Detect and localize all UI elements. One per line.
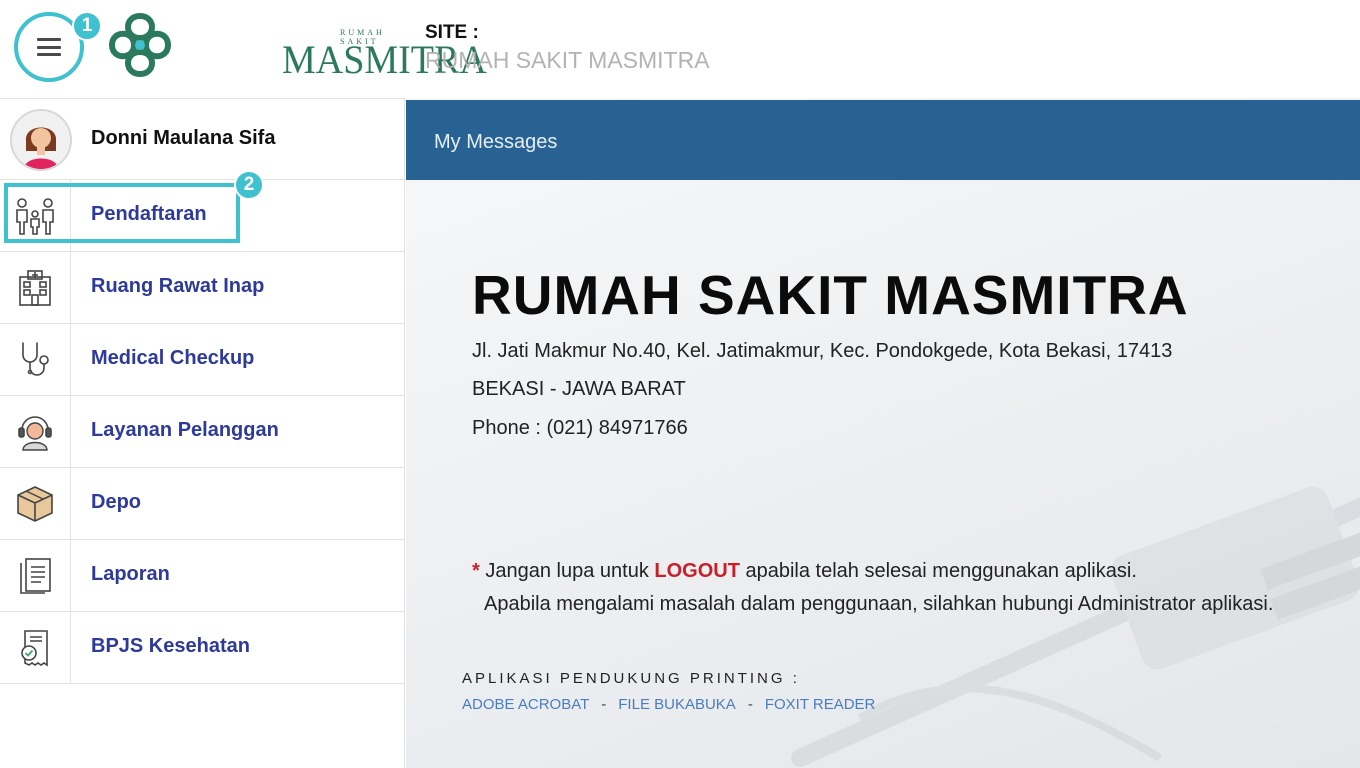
- masmitra-emblem-icon: [108, 12, 172, 78]
- user-profile[interactable]: Donni Maulana Sifa: [0, 98, 405, 180]
- family-icon: [16, 197, 54, 235]
- reminder-text-before: Jangan lupa untuk: [479, 560, 655, 582]
- sidebar-item-label: Ruang Rawat Inap: [91, 275, 265, 297]
- sidebar-item-label: Medical Checkup: [91, 347, 255, 369]
- hospital-phone: Phone : (021) 84971766: [472, 417, 688, 439]
- sidebar: Donni Maulana Sifa Pendaftaran Ruang Raw…: [0, 98, 405, 768]
- hospital-name: RUMAH SAKIT MASMITRA: [472, 264, 1189, 326]
- callout-badge-1: 1: [72, 11, 102, 41]
- link-separator: -: [747, 696, 753, 713]
- callout-badge-2: 2: [234, 170, 264, 200]
- sidebar-item-pendaftaran[interactable]: Pendaftaran: [0, 180, 405, 252]
- file-bukabuka-link[interactable]: FILE BUKABUKA: [618, 696, 736, 713]
- sidebar-item-label: Layanan Pelanggan: [91, 419, 279, 441]
- foxit-reader-link[interactable]: FOXIT READER: [765, 696, 876, 713]
- sidebar-item-label: Laporan: [91, 563, 170, 585]
- app-header: 1 RUMAH SAKIT MASMITRA SITE : RUMAH SAKI…: [0, 0, 1360, 98]
- sidebar-item-laporan[interactable]: Laporan: [0, 540, 405, 612]
- hospital-address: Jl. Jati Makmur No.40, Kel. Jatimakmur, …: [472, 340, 1173, 362]
- hamburger-menu-icon: [37, 38, 61, 56]
- masmitra-logo[interactable]: RUMAH SAKIT MASMITRA: [102, 8, 487, 86]
- user-avatar-icon: [12, 111, 70, 169]
- asterisk: *: [472, 560, 480, 582]
- site-name: RUMAH SAKIT MASMITRA: [425, 47, 710, 73]
- messages-bar: My Messages: [406, 100, 1360, 180]
- sidebar-item-label: BPJS Kesehatan: [91, 635, 250, 657]
- sidebar-item-medical-checkup[interactable]: Medical Checkup: [0, 324, 405, 396]
- user-name: Donni Maulana Sifa: [91, 127, 276, 149]
- main-content: My Messages RUMAH SAKIT MASMITRA Jl. Jat…: [406, 98, 1360, 768]
- sidebar-item-depo[interactable]: Depo: [0, 468, 405, 540]
- supporting-apps-label: APLIKASI PENDUKUNG PRINTING :: [462, 670, 800, 687]
- stethoscope-icon: [22, 341, 49, 376]
- supporting-apps-links: ADOBE ACROBAT - FILE BUKABUKA - FOXIT READER: [462, 696, 875, 713]
- link-separator: -: [601, 696, 607, 713]
- sidebar-item-label: Depo: [91, 491, 141, 513]
- page-title: My Messages: [434, 131, 558, 153]
- hospital-region: BEKASI - JAWA BARAT: [472, 378, 686, 400]
- box-icon: [17, 485, 53, 522]
- sidebar-item-layanan-pelanggan[interactable]: Layanan Pelanggan: [0, 396, 405, 468]
- site-label: SITE :: [425, 22, 479, 43]
- admin-contact-note: Apabila mengalami masalah dalam pengguna…: [484, 593, 1274, 615]
- reminder-text-after: apabila telah selesai menggunakan aplika…: [739, 560, 1137, 582]
- bpjs-receipt-icon: [21, 629, 48, 666]
- sidebar-item-bpjs-kesehatan[interactable]: BPJS Kesehatan: [0, 612, 405, 684]
- sidebar-item-ruang-rawat-inap[interactable]: Ruang Rawat Inap: [0, 252, 405, 324]
- customer-service-icon: [18, 415, 52, 451]
- avatar: [10, 109, 72, 171]
- sidebar-item-label: Pendaftaran: [91, 203, 207, 225]
- logout-emphasis: LOGOUT: [654, 560, 740, 582]
- hospital-building-icon: [19, 269, 51, 306]
- adobe-acrobat-link[interactable]: ADOBE ACROBAT: [462, 696, 589, 713]
- report-document-icon: [20, 557, 51, 594]
- logout-reminder: * Jangan lupa untuk LOGOUT apabila telah…: [472, 560, 1137, 583]
